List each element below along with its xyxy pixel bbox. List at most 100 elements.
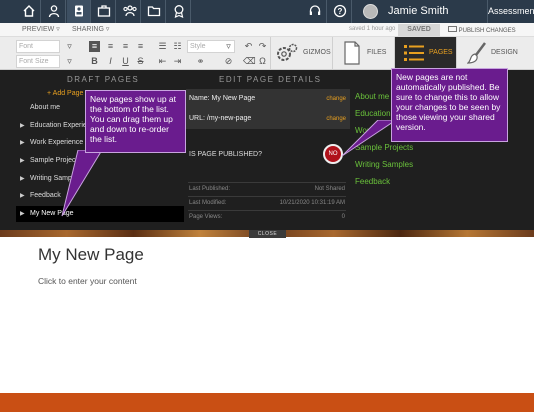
home-icon	[23, 5, 35, 17]
content-placeholder[interactable]: Click to enter your content	[38, 276, 137, 286]
saved-time: saved 1 hour ago	[349, 26, 396, 32]
avatar	[363, 4, 378, 19]
briefcase-icon	[97, 5, 111, 17]
nav-preview-item[interactable]: About me	[355, 92, 389, 101]
link-icon[interactable]: ⚭	[195, 56, 206, 67]
close-panel-button[interactable]: CLOSE	[249, 230, 286, 238]
last-published-label: Last Published:	[189, 186, 231, 192]
user-name: Jamie Smith	[388, 5, 449, 17]
page-title[interactable]: My New Page	[38, 245, 144, 265]
sharing-menu[interactable]: SHARING ▿	[72, 25, 109, 33]
page-name-row: Name: My New Page change	[186, 89, 350, 109]
briefcase-button[interactable]	[92, 0, 116, 23]
align-center-icon[interactable]: ≡	[105, 41, 116, 52]
divider	[188, 196, 346, 197]
justify-icon[interactable]: ≡	[135, 41, 146, 52]
badge-icon	[174, 5, 184, 18]
assessment-button[interactable]: Assessment	[487, 0, 534, 23]
clear-format-icon[interactable]: ⌫	[243, 56, 256, 67]
add-page-button[interactable]: + Add Page	[47, 90, 83, 97]
user-icon	[48, 5, 60, 18]
preview-label: PREVIEW	[22, 26, 55, 33]
page-name: Name: My New Page	[189, 95, 256, 102]
last-published-value: Not Shared	[314, 186, 345, 192]
last-modified-value: 10/21/2020 10:31:19 AM	[279, 200, 345, 206]
pages-label: PAGES	[429, 49, 453, 56]
tooltip-pointer	[341, 120, 397, 157]
expand-arrow-icon: ▶	[20, 158, 25, 164]
svg-text:?: ?	[338, 7, 343, 16]
top-nav: ? Jamie Smith Assessment	[0, 0, 534, 23]
headset-icon	[309, 5, 321, 15]
font-size-select[interactable]: Font Size	[16, 55, 60, 68]
expand-arrow-icon: ▶	[20, 193, 25, 199]
page-views-value: 0	[341, 214, 345, 220]
files-button[interactable]	[142, 0, 166, 23]
strikethrough-icon[interactable]: S	[135, 56, 146, 67]
font-select[interactable]: Font	[16, 40, 60, 53]
page-label: Feedback	[30, 192, 61, 199]
saved-badge: SAVED	[398, 24, 440, 36]
gizmos-button[interactable]: GIZMOS	[270, 37, 332, 70]
publish-changes-button[interactable]: PUBLISH CHANGES	[448, 26, 516, 34]
profile-button[interactable]	[42, 0, 66, 23]
redo-icon[interactable]: ↷	[257, 41, 268, 52]
files-label: FILES	[367, 49, 387, 56]
tooltip-right: New pages are not automatically publishe…	[391, 68, 508, 142]
divider	[188, 182, 346, 183]
sharing-label: SHARING	[72, 26, 104, 33]
pages-list-icon	[404, 45, 424, 61]
preview-bar: PREVIEW ▿ SHARING ▿ saved 1 hour ago SAV…	[0, 23, 534, 37]
indent-icon[interactable]: ⇥	[172, 56, 183, 67]
people-icon	[123, 5, 137, 17]
undo-icon[interactable]: ↶	[243, 41, 254, 52]
expand-arrow-icon: ▶	[20, 123, 25, 129]
numbered-list-icon[interactable]: ☷	[172, 41, 183, 52]
page-url: URL: /my-new-page	[189, 115, 252, 122]
align-left-icon[interactable]: ≡	[89, 41, 100, 52]
files-tool-button[interactable]: FILES	[332, 37, 394, 70]
design-button[interactable]: DESIGN	[456, 37, 534, 70]
published-question: IS PAGE PUBLISHED?	[189, 151, 263, 158]
preview-menu[interactable]: PREVIEW ▿	[22, 25, 60, 33]
font-chevron-icon: ▿	[67, 41, 72, 51]
align-right-icon[interactable]: ≡	[120, 41, 131, 52]
nav-preview-item[interactable]: Education	[355, 109, 391, 118]
nav-preview-item[interactable]: Feedback	[355, 177, 390, 186]
page-views-label: Page Views:	[189, 214, 223, 220]
portfolio-button[interactable]	[67, 0, 91, 23]
badges-button[interactable]	[167, 0, 191, 23]
tooltip-pointer	[61, 150, 103, 217]
page-label: Work Experience	[30, 139, 84, 146]
monitor-icon	[448, 26, 457, 32]
home-button[interactable]	[17, 0, 41, 23]
groups-button[interactable]	[117, 0, 141, 23]
tooltip-left: New pages show up at the bottom of the l…	[85, 90, 186, 153]
unlink-icon[interactable]: ⊘	[223, 56, 234, 67]
gizmos-label: GIZMOS	[303, 49, 331, 56]
user-menu[interactable]: Jamie Smith	[360, 0, 485, 23]
footer-bar	[0, 393, 534, 412]
special-char-icon[interactable]: Ω	[257, 56, 268, 67]
chevron-down-icon: ▿	[105, 26, 110, 33]
italic-icon[interactable]: I	[105, 56, 116, 67]
draft-pages-header: DRAFT PAGES	[67, 75, 140, 84]
paintbrush-icon	[467, 42, 486, 64]
gear-icon	[277, 43, 298, 61]
expand-arrow-icon: ▶	[20, 211, 25, 217]
last-modified-label: Last Modified:	[189, 200, 227, 206]
pages-tool-button[interactable]: PAGES	[394, 37, 456, 70]
bold-icon[interactable]: B	[89, 56, 100, 67]
underline-icon[interactable]: U	[120, 56, 131, 67]
expand-arrow-icon: ▶	[20, 140, 25, 146]
bullet-list-icon[interactable]: ☰	[157, 41, 168, 52]
page-url-row: URL: /my-new-page change	[186, 109, 350, 129]
support-button[interactable]	[303, 0, 327, 23]
page-label: About me	[30, 104, 60, 111]
portfolio-icon	[75, 5, 83, 17]
outdent-icon[interactable]: ⇤	[157, 56, 168, 67]
expand-arrow-icon: ▶	[20, 176, 25, 182]
change-name-link[interactable]: change	[326, 89, 346, 109]
help-button[interactable]: ?	[328, 0, 352, 23]
folder-icon	[147, 6, 161, 17]
